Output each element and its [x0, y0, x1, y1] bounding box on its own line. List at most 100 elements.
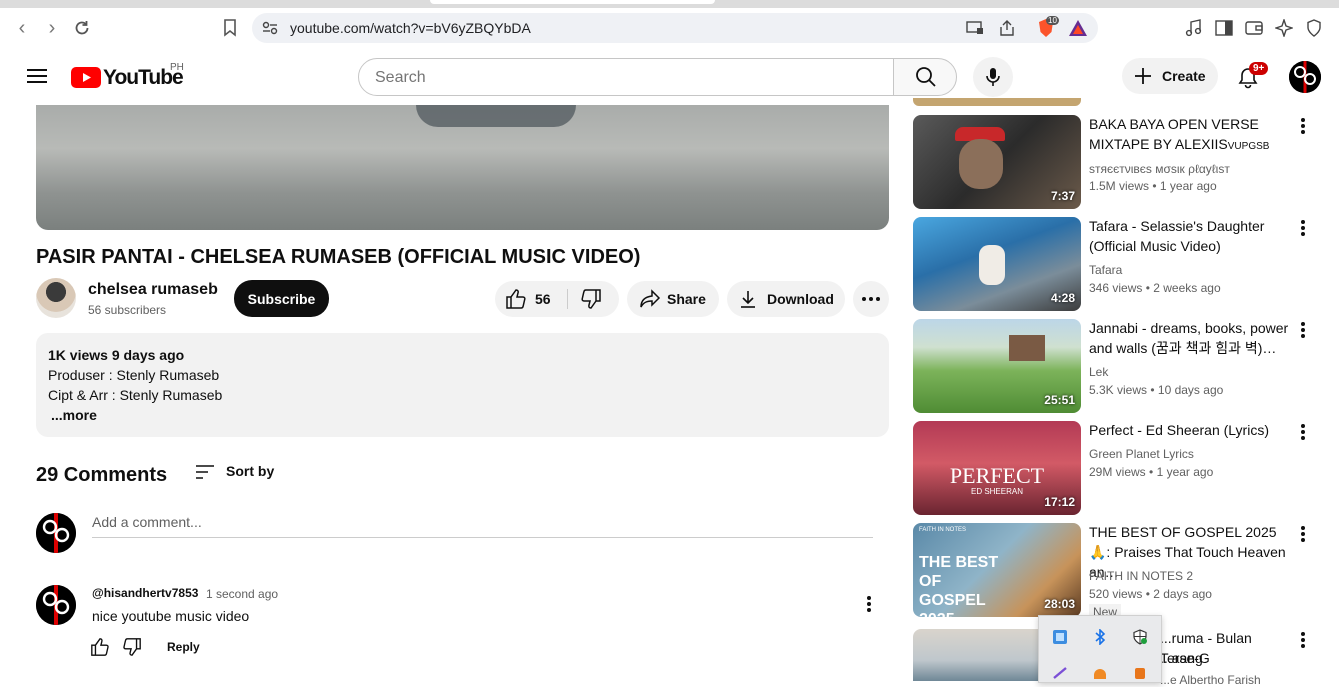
thumbs-down-icon [123, 638, 141, 656]
recommendation-age: 1 year ago [1156, 465, 1214, 479]
share-page-icon[interactable] [998, 19, 1016, 37]
recommendation-thumbnail[interactable]: 7:37 [913, 115, 1081, 209]
wallet-icon[interactable] [1244, 18, 1264, 38]
thumbs-up-icon [91, 638, 109, 656]
create-button[interactable]: Create [1122, 58, 1218, 94]
account-avatar[interactable] [1289, 61, 1321, 93]
voice-search-button[interactable] [973, 57, 1013, 97]
recommendation-views: 520 views [1089, 587, 1143, 601]
recommendation-channel[interactable]: Lek [1089, 365, 1108, 379]
sort-by-button[interactable]: Sort by [195, 462, 285, 482]
more-horizontal-icon [862, 297, 880, 301]
meta-separator: • [1147, 383, 1158, 397]
brave-badge: 10 [1046, 16, 1059, 25]
recommendation-menu-button[interactable] [1296, 321, 1310, 341]
cast-icon[interactable] [966, 20, 984, 36]
recommendation-title[interactable]: BAKA BAYA OPEN VERSE MIXTAPE BY ALEXIISV… [1089, 114, 1291, 157]
commenter-avatar[interactable] [36, 585, 76, 625]
description-line-2: Cipt & Arr : Stenly Rumaseb [48, 387, 223, 403]
forward-icon[interactable]: › [38, 14, 66, 42]
sidebar-icon[interactable] [1214, 18, 1234, 38]
recommendation-age: 2 weeks ago [1153, 281, 1221, 295]
comment-time[interactable]: 1 second ago [206, 587, 278, 601]
brave-rewards-icon[interactable] [1068, 19, 1088, 37]
video-duration: 4:28 [1050, 291, 1075, 305]
search-icon [916, 67, 936, 87]
recommendation-title[interactable]: Perfect - Ed Sheeran (Lyrics) [1089, 420, 1291, 440]
show-more-link[interactable]: ...more [51, 407, 97, 423]
share-button[interactable]: Share [627, 281, 719, 317]
comment-menu-button[interactable] [860, 595, 878, 615]
bluetooth-icon[interactable] [1091, 628, 1109, 646]
recommendation-channel[interactable]: ѕтяєєтνιвєѕ мσѕιк ρℓαуℓιѕт [1089, 162, 1230, 176]
recommendation-channel[interactable]: Green Planet Lyrics [1089, 447, 1194, 461]
network-app-icon[interactable] [1051, 628, 1069, 646]
recommendation-meta: 5.3K views • 10 days ago [1089, 383, 1223, 397]
recommendation-thumbnail[interactable]: 25:51 [913, 319, 1081, 413]
recommendation-thumbnail[interactable]: FAITH IN NOTES THE BEST OF GOSPEL 2025 2… [913, 523, 1081, 617]
reload-icon[interactable] [68, 14, 96, 42]
bookmark-icon[interactable] [216, 14, 244, 42]
recommendation-title-line-2[interactable]: ...ase-G [1160, 648, 1291, 668]
search-button[interactable] [893, 58, 957, 96]
recommendation-menu-button[interactable] [1296, 525, 1310, 545]
url-text: youtube.com/watch?v=bV6yZBQYbDA [290, 20, 531, 36]
vpn-shield-icon[interactable] [1304, 18, 1324, 38]
recommendation-channel[interactable]: Tafara [1089, 263, 1122, 277]
description-box[interactable]: 1K views 9 days ago Produser : Stenly Ru… [36, 333, 889, 437]
comment-like-button[interactable] [90, 637, 112, 659]
comment-author[interactable]: @hisandhertv7853 [92, 586, 198, 600]
description-line-1: Produser : Stenly Rumaseb [48, 367, 220, 383]
recommendation-title[interactable]: Tafara - Selassie's Daughter (Official M… [1089, 216, 1291, 256]
active-tab[interactable] [430, 0, 715, 4]
recommendation-channel[interactable]: ...e Albertho Farish [1160, 673, 1261, 687]
recommendation-menu-button[interactable] [1296, 631, 1310, 651]
security-shield-icon[interactable] [1131, 628, 1149, 646]
recommendation-title[interactable]: Jannabi - dreams, books, power and walls… [1089, 318, 1291, 358]
sort-label: Sort by [226, 463, 275, 479]
previous-thumbnail-edge[interactable] [913, 98, 1081, 106]
dislike-button[interactable] [568, 281, 619, 317]
download-button[interactable]: Download [727, 281, 845, 317]
like-button[interactable]: 56 [495, 281, 567, 317]
video-player[interactable] [36, 105, 889, 230]
search-placeholder: Search [375, 69, 426, 86]
meta-separator: • [1145, 465, 1157, 479]
channel-name[interactable]: chelsea rumaseb [88, 281, 218, 299]
recommendation-menu-button[interactable] [1296, 423, 1310, 443]
site-settings-icon[interactable] [262, 20, 278, 36]
subscribe-button[interactable]: Subscribe [234, 280, 329, 317]
leo-ai-icon[interactable] [1274, 18, 1294, 38]
recommendation-thumbnail[interactable]: 4:28 [913, 217, 1081, 311]
music-icon[interactable] [1184, 18, 1204, 38]
youtube-logo[interactable]: YouTube PH [71, 62, 201, 90]
pen-app-icon[interactable] [1051, 666, 1069, 680]
comment-dislike-button[interactable] [122, 637, 144, 659]
search-input[interactable]: Search [358, 58, 894, 96]
recommendation-menu-button[interactable] [1296, 219, 1310, 239]
recommendation-thumbnail[interactable]: PERFECT ED SHEERAN 17:12 [913, 421, 1081, 515]
recommendation-menu-button[interactable] [1296, 117, 1310, 137]
meta-separator: • [1149, 179, 1160, 193]
tab-strip [0, 0, 1339, 8]
more-actions-button[interactable] [853, 281, 889, 317]
channel-avatar[interactable] [36, 278, 76, 318]
browser-toolbar: ‹ › youtube.com/watch?v=bV6yZBQYbDA 10 [0, 0, 1339, 57]
recommendation-channel[interactable]: FAITH IN NOTES 2 [1089, 569, 1193, 583]
sort-icon [196, 465, 214, 479]
brave-shields-icon[interactable]: 10 [1036, 16, 1059, 38]
audio-app-icon[interactable] [1091, 666, 1109, 680]
back-icon[interactable]: ‹ [8, 14, 36, 42]
notifications-button[interactable]: 9+ [1236, 62, 1269, 90]
utility-app-icon[interactable] [1131, 666, 1149, 680]
thumbs-down-icon [581, 289, 601, 309]
menu-icon[interactable] [26, 66, 48, 86]
thumbnail-subtext: FAITH IN NOTES [919, 527, 967, 533]
reply-button[interactable]: Reply [167, 640, 200, 654]
add-comment-input[interactable]: Add a comment... [92, 514, 202, 530]
views-date: 1K views 9 days ago [48, 347, 185, 363]
comment-text: nice youtube music video [92, 608, 250, 624]
video-duration: 7:37 [1050, 189, 1075, 203]
more-vertical-icon [1301, 118, 1305, 134]
address-bar[interactable]: youtube.com/watch?v=bV6yZBQYbDA 10 [252, 13, 1098, 43]
